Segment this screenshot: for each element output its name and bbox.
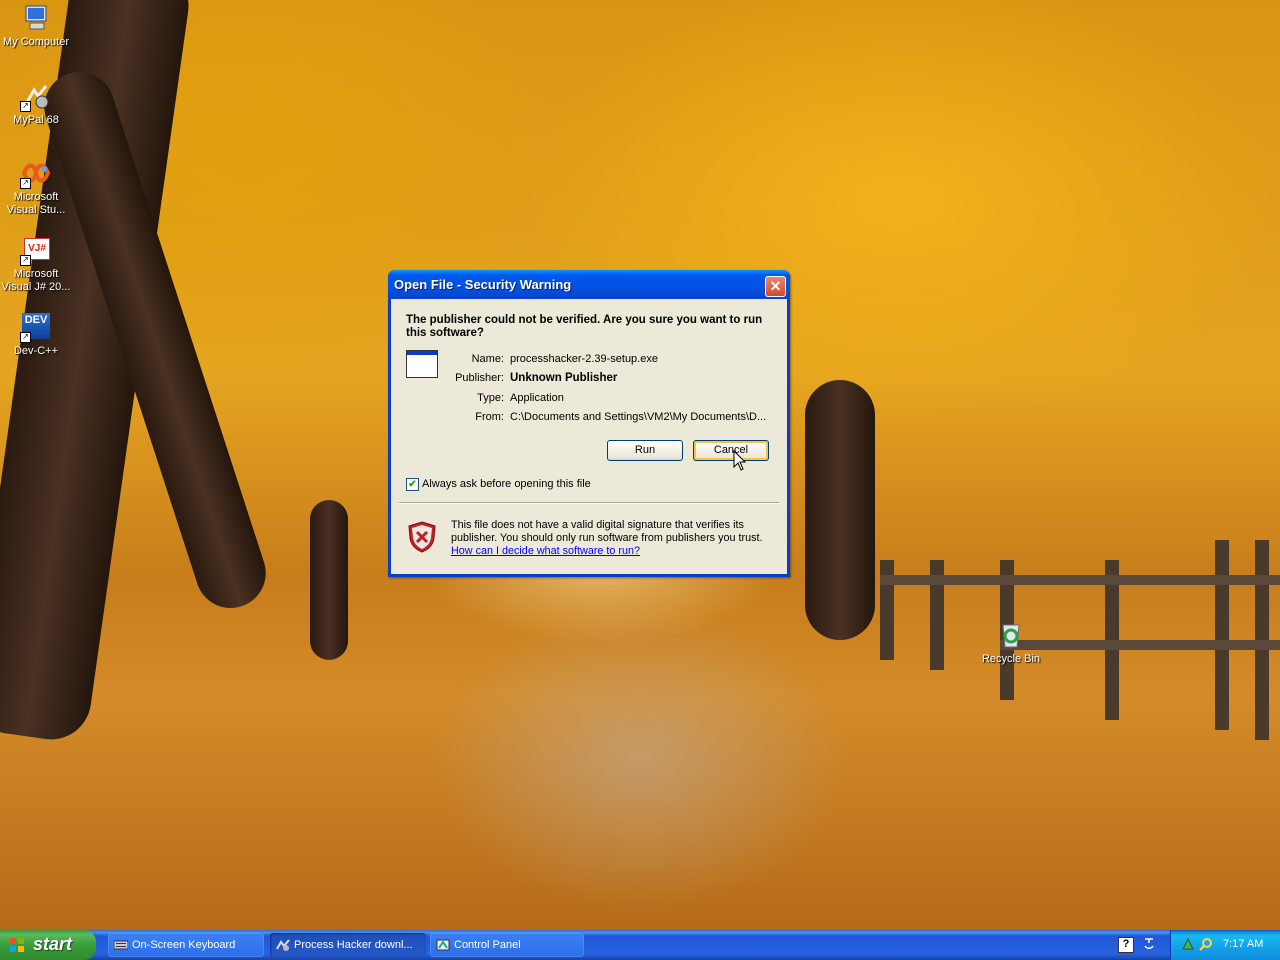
taskbar-item-label: Control Panel [454, 939, 521, 951]
taskbar: start On-Screen Keyboard Process Hacker … [0, 930, 1280, 960]
desktop-icon-label: Recycle Bin [981, 653, 1041, 665]
help-icon[interactable]: ? [1118, 937, 1134, 953]
fence-post [1215, 540, 1229, 730]
always-ask-label[interactable]: Always ask before opening this file [422, 478, 591, 490]
field-label: Type: [477, 392, 504, 404]
field-value-type: Application [510, 392, 564, 404]
desktop-icon-label: Microsoft Visual Stu... [6, 191, 66, 216]
close-icon: ✕ [769, 278, 782, 294]
dialog-title: Open File - Security Warning [394, 277, 572, 292]
field-row-type: Type: Application [431, 392, 781, 406]
divider [399, 502, 779, 504]
start-label: start [33, 934, 73, 954]
field-row-publisher: Publisher: Unknown Publisher [431, 372, 781, 386]
field-label: Name: [471, 353, 504, 365]
run-button[interactable]: Run [607, 440, 683, 461]
field-value-publisher[interactable]: Unknown Publisher [510, 372, 780, 384]
network-icon[interactable] [1181, 937, 1195, 951]
shortcut-arrow-icon: ↗ [20, 101, 31, 112]
desktop-icon-recycle-bin[interactable]: Recycle Bin [973, 619, 1049, 666]
fence-rail [880, 575, 1280, 585]
desktop-icon-visual-jsharp[interactable]: VJ# ↗ Microsoft Visual J# 20... [0, 234, 74, 294]
devcpp-icon: DEV ↗ [20, 311, 52, 343]
security-warning-dialog: Open File - Security Warning ✕ The publi… [388, 270, 790, 577]
start-button[interactable]: start [0, 930, 96, 960]
desktop-icon-label: My Computer [2, 36, 70, 48]
system-tray: 7:17 AM [1170, 930, 1280, 960]
dialog-client: The publisher could not be verified. Are… [391, 299, 787, 574]
taskbar-item-process-hacker[interactable]: Process Hacker downl... [270, 933, 426, 957]
field-label: Publisher: [455, 372, 504, 384]
mypal-icon: ↗ [20, 80, 52, 112]
checkmark-icon: ✔ [408, 479, 417, 490]
windows-logo-icon [10, 938, 24, 952]
visual-studio-icon: ↗ [20, 157, 52, 189]
clock[interactable]: 7:17 AM [1223, 938, 1263, 950]
tree-trunk [805, 380, 875, 640]
field-row-from: From: C:\Documents and Settings\VM2\My D… [431, 411, 781, 425]
shortcut-arrow-icon: ↗ [20, 332, 31, 343]
desktop-icon-my-computer[interactable]: My Computer [0, 2, 74, 49]
dialog-titlebar[interactable]: Open File - Security Warning ✕ [388, 270, 790, 299]
field-value-name: processhacker-2.39-setup.exe [510, 353, 658, 365]
desktop-icon-visual-studio[interactable]: ↗ Microsoft Visual Stu... [0, 157, 74, 217]
cancel-button[interactable]: Cancel [693, 440, 769, 461]
warning-text: This file does not have a valid digital … [451, 519, 763, 544]
shield-warning-icon [408, 521, 436, 553]
field-label: From: [475, 411, 504, 423]
control-panel-icon [436, 939, 450, 951]
my-computer-icon [20, 2, 52, 34]
desktop-icon-mypal[interactable]: ↗ MyPal 68 [0, 80, 74, 127]
recycle-bin-icon [995, 619, 1027, 651]
language-bar-icon[interactable] [1142, 937, 1156, 951]
shortcut-arrow-icon: ↗ [20, 178, 31, 189]
visual-jsharp-icon: VJ# ↗ [20, 234, 52, 266]
close-button[interactable]: ✕ [765, 276, 786, 297]
taskbar-item-on-screen-keyboard[interactable]: On-Screen Keyboard [108, 933, 264, 957]
taskbar-item-label: Process Hacker downl... [294, 939, 413, 951]
desktop-icon-devcpp[interactable]: DEV ↗ Dev-C++ [0, 311, 74, 358]
warning-message: This file does not have a valid digital … [451, 519, 781, 558]
security-question: The publisher could not be verified. Are… [406, 314, 763, 339]
desktop-icon-label: Dev-C++ [13, 345, 59, 357]
help-link[interactable]: How can I decide what software to run? [451, 545, 640, 557]
desktop-icon-label: Microsoft Visual J# 20... [1, 268, 71, 293]
mypal-icon [276, 939, 290, 951]
keyboard-icon [114, 940, 128, 950]
field-row-name: Name: processhacker-2.39-setup.exe [431, 353, 781, 367]
search-icon[interactable] [1199, 937, 1213, 951]
taskbar-item-control-panel[interactable]: Control Panel [430, 933, 584, 957]
taskbar-item-label: On-Screen Keyboard [132, 939, 236, 951]
shortcut-arrow-icon: ↗ [20, 255, 31, 266]
tree-trunk [310, 500, 348, 660]
desktop-icon-label: MyPal 68 [13, 114, 59, 126]
mouse-cursor-icon [733, 450, 747, 471]
field-value-from: C:\Documents and Settings\VM2\My Documen… [510, 411, 767, 423]
always-ask-checkbox[interactable]: ✔ [406, 478, 419, 491]
